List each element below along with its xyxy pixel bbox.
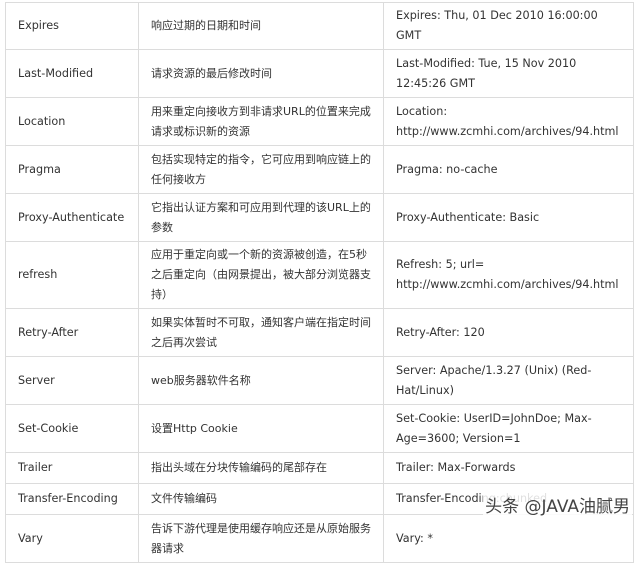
header-name: Trailer xyxy=(5,452,139,484)
header-example: Refresh: 5; url= http://www.zcmhi.com/ar… xyxy=(383,241,634,309)
table-row: Expires 响应过期的日期和时间 Expires: Thu, 01 Dec … xyxy=(5,2,634,50)
header-name: Set-Cookie xyxy=(5,404,139,453)
header-description: 应用于重定向或一个新的资源被创造，在5秒之后重定向（由网景提出，被大部分浏览器支… xyxy=(138,241,384,309)
table-row: Vary 告诉下游代理是使用缓存响应还是从原始服务器请求 Vary: * xyxy=(5,514,634,563)
header-description: 如果实体暂时不可取，通知客户端在指定时间之后再次尝试 xyxy=(138,308,384,357)
header-name: Proxy-Authenticate xyxy=(5,193,139,242)
header-example: Retry-After: 120 xyxy=(383,308,634,357)
header-description: 设置Http Cookie xyxy=(138,404,384,453)
table-row: Location 用来重定向接收方到非请求URL的位置来完成请求或标识新的资源 … xyxy=(5,97,634,146)
header-description: 指出头域在分块传输编码的尾部存在 xyxy=(138,452,384,484)
header-name: refresh xyxy=(5,241,139,309)
header-description: 包括实现特定的指令，它可应用到响应链上的任何接收方 xyxy=(138,145,384,194)
header-description: 告诉下游代理是使用缓存响应还是从原始服务器请求 xyxy=(138,514,384,563)
header-name: Server xyxy=(5,356,139,405)
table-row: Set-Cookie 设置Http Cookie Set-Cookie: Use… xyxy=(5,404,634,453)
header-name: Pragma xyxy=(5,145,139,194)
header-name: Transfer-Encoding xyxy=(5,483,139,515)
header-example: Trailer: Max-Forwards xyxy=(383,452,634,484)
header-example: Server: Apache/1.3.27 (Unix) (Red-Hat/Li… xyxy=(383,356,634,405)
table-row: Last-Modified 请求资源的最后修改时间 Last-Modified:… xyxy=(5,49,634,98)
header-description: 文件传输编码 xyxy=(138,483,384,515)
header-example: Last-Modified: Tue, 15 Nov 2010 12:45:26… xyxy=(383,49,634,98)
header-example: Proxy-Authenticate: Basic xyxy=(383,193,634,242)
header-description: 请求资源的最后修改时间 xyxy=(138,49,384,98)
header-name: Vary xyxy=(5,514,139,563)
header-example: Vary: * xyxy=(383,514,634,563)
header-description: 它指出认证方案和可应用到代理的该URL上的参数 xyxy=(138,193,384,242)
header-example: Expires: Thu, 01 Dec 2010 16:00:00 GMT xyxy=(383,2,634,50)
table-row: Pragma 包括实现特定的指令，它可应用到响应链上的任何接收方 Pragma:… xyxy=(5,145,634,194)
table-row: Trailer 指出头域在分块传输编码的尾部存在 Trailer: Max-Fo… xyxy=(5,452,634,484)
header-name: Retry-After xyxy=(5,308,139,357)
table-row: Server web服务器软件名称 Server: Apache/1.3.27 … xyxy=(5,356,634,405)
header-name: Last-Modified xyxy=(5,49,139,98)
header-name: Location xyxy=(5,97,139,146)
http-response-headers-table: Expires 响应过期的日期和时间 Expires: Thu, 01 Dec … xyxy=(5,2,634,563)
header-example: Location: http://www.zcmhi.com/archives/… xyxy=(383,97,634,146)
watermark: 头条 @JAVA油腻男 xyxy=(483,492,632,517)
header-description: 响应过期的日期和时间 xyxy=(138,2,384,50)
header-description: web服务器软件名称 xyxy=(138,356,384,405)
header-example: Set-Cookie: UserID=JohnDoe; Max-Age=3600… xyxy=(383,404,634,453)
table-row: Retry-After 如果实体暂时不可取，通知客户端在指定时间之后再次尝试 R… xyxy=(5,308,634,357)
table-row: Proxy-Authenticate 它指出认证方案和可应用到代理的该URL上的… xyxy=(5,193,634,242)
header-name: Expires xyxy=(5,2,139,50)
table-row: refresh 应用于重定向或一个新的资源被创造，在5秒之后重定向（由网景提出，… xyxy=(5,241,634,309)
header-description: 用来重定向接收方到非请求URL的位置来完成请求或标识新的资源 xyxy=(138,97,384,146)
header-example: Pragma: no-cache xyxy=(383,145,634,194)
